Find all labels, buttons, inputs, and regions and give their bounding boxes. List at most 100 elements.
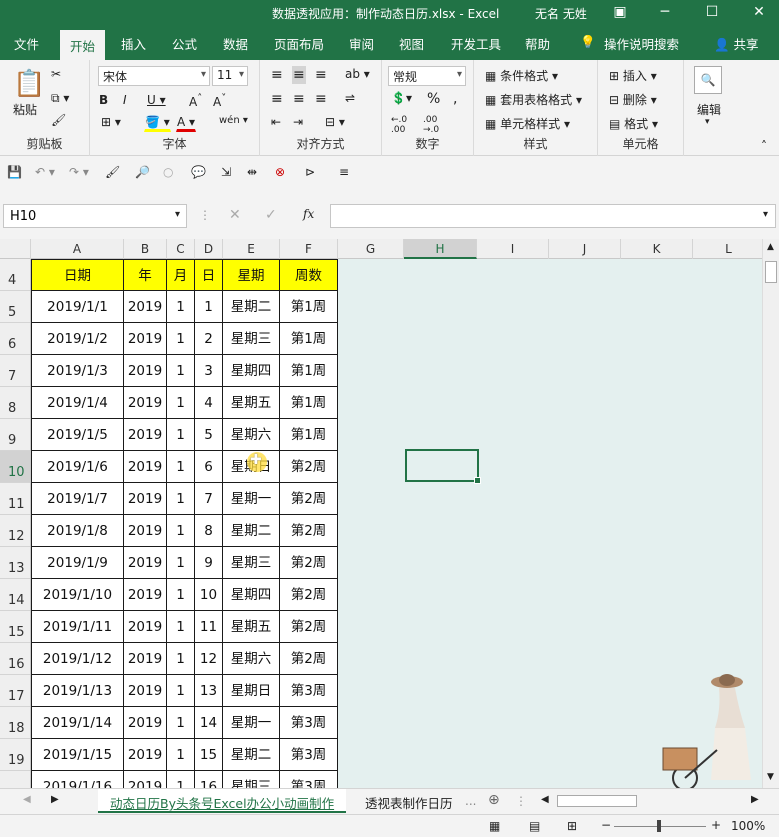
share-button[interactable]: 👤 共享 [714,34,759,53]
zoom-out-icon[interactable]: − [600,817,612,833]
table-cell[interactable]: 星期一 [223,483,280,515]
namebox-dropdown-icon[interactable]: ▾ [174,208,181,221]
tab-insert[interactable]: 插入 [121,34,146,53]
table-cell[interactable]: 1 [167,771,195,788]
table-cell[interactable]: 1 [167,707,195,739]
cell-styles-button[interactable]: ▦ 单元格样式 ▾ [484,114,571,133]
table-cell[interactable]: 2019 [124,643,167,675]
undo-icon[interactable]: ↶ ▾ [34,164,56,180]
table-cell[interactable]: 8 [195,515,223,547]
next-sheet-icon[interactable]: ▶ [50,793,60,806]
expand-formula-icon[interactable]: ▾ [762,208,769,221]
table-cell[interactable]: 1 [167,547,195,579]
name-box[interactable]: H10 [3,204,187,228]
collapse-ribbon-icon[interactable]: ˄ [760,138,768,154]
orientation-icon[interactable]: ab ▾ [344,66,371,82]
hscroll-right-icon[interactable]: ▶ [750,793,760,806]
save-icon[interactable]: 💾 [6,164,23,180]
italic-icon[interactable]: I [122,92,128,108]
table-cell[interactable]: 13 [195,675,223,707]
table-cell[interactable]: 14 [195,707,223,739]
bottom-align-icon[interactable]: ≡ [314,66,328,84]
ribbon-display-icon[interactable]: ▣ [605,0,635,26]
increase-indent-icon[interactable]: ⇥ [292,114,304,130]
add-sheet-icon[interactable]: ⊕ [487,791,501,809]
table-cell[interactable]: 16 [195,771,223,788]
decrease-decimal-icon[interactable]: .00 →.0 [422,114,440,136]
table-cell[interactable]: 2019/1/2 [31,323,124,355]
table-header-cell[interactable]: 日期 [31,259,124,291]
zoom-level[interactable]: 100% [730,818,766,834]
prev-sheet-icon[interactable]: ◀ [22,793,32,806]
format-painter-icon[interactable]: 🖌 [50,112,67,128]
table-cell[interactable]: 2019 [124,387,167,419]
decrease-indent-icon[interactable]: ⇤ [270,114,282,130]
select-all-corner[interactable] [0,239,31,259]
table-cell[interactable]: 2019 [124,579,167,611]
row-header-15[interactable]: 15 [0,611,30,643]
table-cell[interactable]: 星期三 [223,323,280,355]
table-cell[interactable]: 星期三 [223,547,280,579]
zoom-in-icon[interactable]: + [710,817,722,833]
table-cell[interactable]: 3 [195,355,223,387]
table-cell[interactable]: 星期五 [223,387,280,419]
column-header-e[interactable]: E [223,239,280,259]
table-cell[interactable]: 第1周 [280,419,338,451]
column-header-d[interactable]: D [195,239,223,259]
table-cell[interactable]: 2019 [124,739,167,771]
table-header-cell[interactable]: 日 [195,259,223,291]
percent-icon[interactable]: % [426,90,441,108]
table-cell[interactable]: 1 [167,515,195,547]
table-cell[interactable]: 星期六 [223,419,280,451]
table-cell[interactable]: 第2周 [280,611,338,643]
row-header-7[interactable]: 7 [0,355,30,387]
delete-icon[interactable]: ⊗ [274,164,286,180]
table-cell[interactable]: 2019 [124,355,167,387]
column-header-j[interactable]: J [549,239,621,259]
table-cell[interactable]: 2019/1/9 [31,547,124,579]
table-cell[interactable]: 星期二 [223,739,280,771]
column-header-f[interactable]: F [280,239,338,259]
table-cell[interactable]: 1 [167,611,195,643]
tab-review[interactable]: 审阅 [349,34,374,53]
tab-help[interactable]: 帮助 [525,34,550,53]
row-header-6[interactable]: 6 [0,323,30,355]
phonetic-icon[interactable]: wén ▾ [218,114,249,127]
vertical-scrollbar[interactable]: ▲ ▼ [762,239,779,788]
maximize-icon[interactable]: ☐ [697,0,727,26]
table-cell[interactable]: 5 [195,419,223,451]
table-cell[interactable]: 1 [167,355,195,387]
fit-icon[interactable]: ⇲ [220,164,232,180]
font-color-icon[interactable]: A ▾ [176,114,197,132]
table-cell[interactable]: 1 [167,739,195,771]
active-cell-selection[interactable] [405,449,481,484]
more-sheets-icon[interactable]: ... [464,793,477,809]
table-cell[interactable]: 2019/1/1 [31,291,124,323]
table-cell[interactable]: 2019 [124,675,167,707]
table-cell[interactable]: 第2周 [280,643,338,675]
table-cell[interactable]: 1 [167,387,195,419]
table-cell[interactable]: 2019/1/14 [31,707,124,739]
table-cell[interactable]: 4 [195,387,223,419]
table-cell[interactable]: 星期二 [223,291,280,323]
zoom-thumb[interactable] [657,820,661,832]
increase-decimal-icon[interactable]: ←.0.00 [390,114,408,136]
formula-input[interactable] [330,204,776,228]
minimize-icon[interactable]: ─ [650,0,680,26]
editing-dropdown-icon[interactable]: ▾ [704,116,711,128]
redo-icon[interactable]: ↷ ▾ [68,164,90,180]
format-as-table-button[interactable]: ▦ 套用表格格式 ▾ [484,90,583,109]
page-layout-view-icon[interactable]: ▤ [528,818,541,834]
row-header-10[interactable]: 10 [0,451,30,483]
column-header-a[interactable]: A [31,239,124,259]
table-cell[interactable]: 第3周 [280,739,338,771]
column-header-b[interactable]: B [124,239,167,259]
table-cell[interactable]: 第2周 [280,547,338,579]
table-cell[interactable]: 1 [167,675,195,707]
tab-split-icon[interactable]: ⋮ [514,793,528,809]
print-preview-icon[interactable]: 🔎 [134,164,151,180]
table-cell[interactable]: 1 [195,291,223,323]
table-cell[interactable]: 11 [195,611,223,643]
user-name[interactable]: 无名 无姓 [535,5,587,22]
table-cell[interactable]: 星期二 [223,515,280,547]
